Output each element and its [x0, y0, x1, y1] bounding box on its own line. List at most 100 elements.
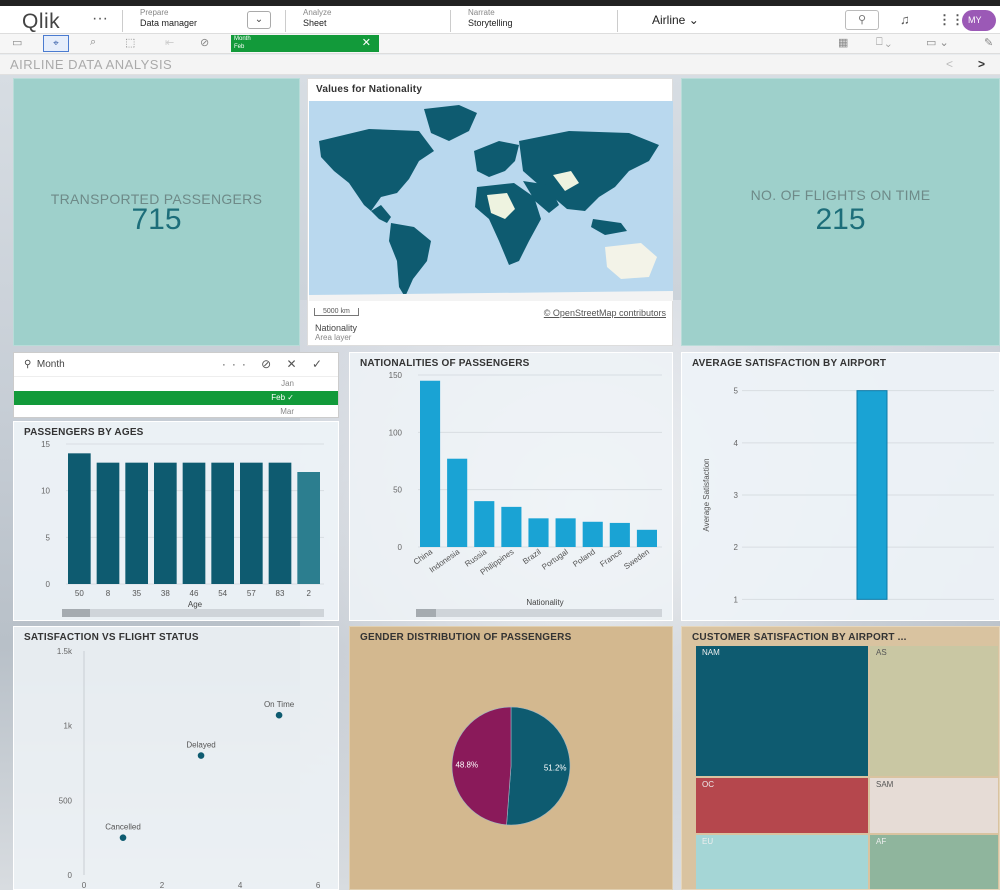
bar-age-38 [154, 462, 177, 584]
chart-nationalities[interactable]: NATIONALITIES OF PASSENGERS 0 50 100 150 Chi… [349, 352, 673, 621]
lasso-select-icon[interactable]: ⌖ [43, 35, 69, 52]
filter-item-feb[interactable]: Feb ✓ [14, 391, 338, 405]
y-tick-label: 0 [68, 871, 73, 880]
filter-actions[interactable]: ··· ⊘ ✕ ✓ [222, 357, 328, 371]
x-tick-label: 2 [160, 881, 165, 890]
pie-slice-label: 51.2% [544, 764, 567, 773]
bar-nationality-brazil [528, 518, 549, 547]
panel-toggle-icon[interactable]: ▭ [12, 36, 22, 49]
filter-item-mar[interactable]: Mar [14, 405, 338, 419]
map-scale: 5000 km [314, 308, 359, 316]
airport-treemap: NAM AS OC SAM EU AF [696, 646, 998, 889]
previous-sheet-button[interactable]: < [946, 57, 953, 71]
y-tick-label: 4 [734, 439, 739, 448]
gender-pie-chart: 51.2% 48.8% [451, 706, 571, 826]
kpi-transported-passengers[interactable]: TRANSPORTED PASSENGERS 715 [13, 78, 300, 346]
clear-selections-icon[interactable]: ⊘ [200, 36, 209, 49]
sheet-title: AIRLINE DATA ANALYSIS [10, 57, 173, 72]
x-axis-label: Age [188, 600, 203, 609]
x-tick-label: 83 [276, 589, 285, 598]
scrollbar-thumb [416, 609, 436, 617]
x-tick-label: 46 [190, 589, 199, 598]
bar-age-46 [182, 462, 206, 584]
map-title: Values for Nationality [316, 84, 423, 95]
treemap-cell-oc [696, 778, 868, 833]
nav-prepare[interactable]: Prepare Data manager [140, 8, 197, 28]
y-tick-label: 1.5k [57, 647, 73, 656]
world-map-graphic [309, 101, 673, 301]
bar-nationality-france [609, 522, 630, 547]
y-tick-label: 50 [393, 486, 402, 495]
chart-satisfaction-vs-status[interactable]: SATISFACTION VS FLIGHT STATUS 0 500 1k 1.5k… [13, 626, 339, 890]
nav-narrate[interactable]: Narrate Storytelling [468, 8, 513, 28]
selections-tool-icon[interactable]: ⬚ [125, 36, 135, 49]
sheets-icon[interactable]: ▭ ⌄ [926, 36, 949, 49]
avatar[interactable]: MY [962, 10, 996, 31]
y-tick-label: 100 [389, 428, 403, 437]
edit-pencil-icon[interactable]: ✎ [984, 36, 993, 49]
notification-bell-icon[interactable]: ♫ [900, 12, 910, 27]
bar-nationality-china [420, 380, 441, 547]
filter-search[interactable]: ⚲ Month [24, 359, 65, 370]
next-sheet-button[interactable]: > [978, 57, 985, 71]
treemap-cell-as [870, 646, 998, 776]
x-tick-label: France [598, 547, 624, 569]
kpi-label: NO. OF FLIGHTS ON TIME [750, 187, 931, 203]
map-canvas[interactable] [309, 101, 673, 301]
y-tick-label: 5 [734, 387, 739, 396]
x-tick-label: Brazil [521, 547, 543, 566]
treemap-cell-nam [696, 646, 868, 776]
x-tick-label: Portugal [540, 547, 570, 572]
status-scatter-chart: 0 500 1k 1.5k 0 2 4 6 Cancelled Delayed On Time [57, 647, 321, 890]
chart-gender-distribution[interactable]: GENDER DISTRIBUTION OF PASSENGERS 51.2% 4… [349, 626, 673, 890]
map-credit-link[interactable]: © OpenStreetMap contributors [544, 308, 666, 318]
bookmark-icon[interactable]: ⎕ ⌄ [876, 36, 891, 49]
more-menu-icon[interactable]: ··· [92, 10, 108, 28]
bar-nationality-poland [582, 521, 603, 547]
kpi-value: 215 [815, 203, 866, 236]
y-axis-label: Average Satisfaction [702, 458, 711, 531]
toolbar: ▭ ⌖ ⌕ ⬚ ⇤ ⊘ Month Feb ✕ ▦ ⎕ ⌄ ▭ ⌄ ✎ [0, 34, 1000, 54]
ages-bar-chart: 0 5 10 15 50 8 35 38 46 54 57 83 2 Age [41, 440, 324, 617]
nav-analyze[interactable]: Analyze Sheet [303, 8, 331, 28]
close-icon[interactable]: ✕ [362, 36, 371, 49]
search-icon[interactable]: ⚲ [845, 10, 879, 30]
chart-customer-satisfaction[interactable]: CUSTOMER SATISFACTION BY AIRPORT ... NAM… [681, 626, 1000, 890]
bar-age-50 [68, 453, 91, 584]
scrollbar-thumb [62, 609, 90, 617]
bar-age-8 [96, 462, 120, 584]
x-axis-label: Nationality [526, 598, 563, 607]
point-on-time [275, 711, 283, 719]
bar-age-2 [297, 472, 320, 584]
step-back-icon[interactable]: ⇤ [165, 36, 174, 49]
bar-avg-satisfaction [856, 390, 888, 600]
chart-passengers-by-ages[interactable]: PASSENGERS BY AGES 0 5 10 15 50 8 35 38 46 54 57 83… [13, 421, 339, 621]
filter-item-jan[interactable]: Jan [14, 377, 338, 391]
bar-age-83 [268, 462, 292, 584]
y-tick-label: 3 [734, 491, 739, 500]
point-label: Cancelled [105, 823, 141, 832]
y-tick-label: 1 [734, 595, 739, 604]
kpi-flights-on-time[interactable]: NO. OF FLIGHTS ON TIME 215 [681, 78, 1000, 346]
selection-chip[interactable]: Month Feb ✕ [231, 35, 379, 52]
qlik-logo[interactable]: Qlik [22, 10, 60, 34]
bar-age-54 [211, 462, 234, 584]
grid-view-icon[interactable]: ▦ [838, 36, 848, 49]
treemap-cell-label: AF [876, 837, 886, 846]
map-nationality[interactable]: Values for Nationality 5000 km © OpenStr… [307, 78, 673, 346]
chart-avg-satisfaction[interactable]: AVERAGE SATISFACTION BY AIRPORT 1 2 3 4 5 Ave… [681, 352, 1000, 621]
treemap-cell-label: OC [702, 780, 714, 789]
month-filter-pane[interactable]: ⚲ Month ··· ⊘ ✕ ✓ Jan Feb ✓ Mar [13, 352, 339, 418]
x-tick-label: Sweden [622, 547, 651, 571]
treemap-cell-label: SAM [876, 780, 894, 789]
smart-search-icon[interactable]: ⌕ [90, 36, 96, 49]
bar-nationality-indonesia [447, 458, 468, 547]
prepare-dropdown-button[interactable]: ⌄ [247, 11, 271, 29]
y-tick-label: 15 [41, 440, 50, 449]
app-name-dropdown[interactable]: Airline ⌄ [652, 13, 699, 27]
kpi-value: 715 [131, 203, 182, 236]
map-layer-type: Area layer [315, 333, 352, 342]
x-tick-label: 35 [132, 589, 141, 598]
point-delayed [197, 752, 205, 759]
top-bar: Qlik ··· Prepare Data manager ⌄ Analyze … [0, 0, 1000, 36]
